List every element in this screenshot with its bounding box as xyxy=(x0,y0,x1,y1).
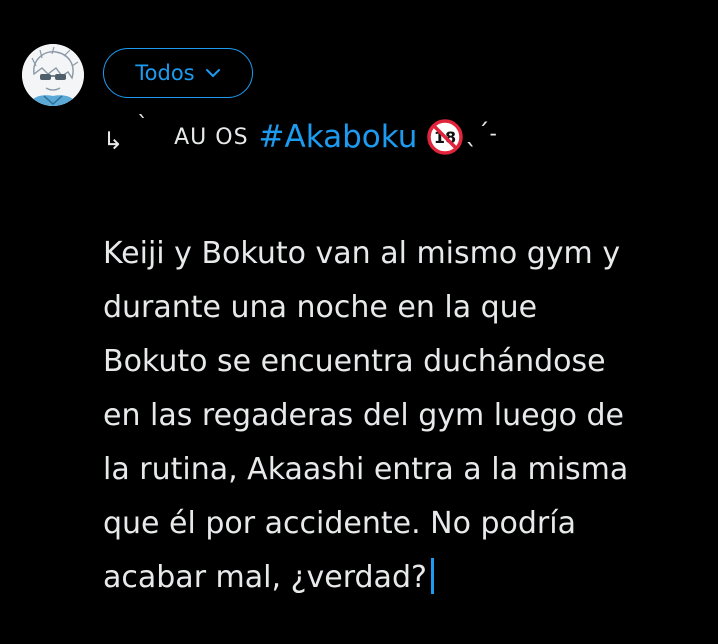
text-cursor xyxy=(430,558,434,594)
avatar[interactable] xyxy=(22,44,84,106)
return-arrow-glyph: ↳ xyxy=(103,127,124,155)
tick-glyph: ˋ xyxy=(137,112,149,138)
title-line: ↳ ˋ AU OS #Akaboku 18 ˎˊ˗ xyxy=(103,112,703,162)
tweet-body-text: Keiji y Bokuto van al mismo gym y durant… xyxy=(103,227,703,605)
hashtag-link[interactable]: #Akaboku xyxy=(259,119,418,155)
audience-label: Todos xyxy=(135,61,195,85)
audience-selector-button[interactable]: Todos xyxy=(103,48,253,98)
au-os-label: AU OS xyxy=(174,124,249,150)
chevron-down-icon xyxy=(205,68,221,78)
no-under-18-icon: 18 xyxy=(427,119,464,155)
anime-avatar-icon xyxy=(22,44,84,106)
tweet-text-editor[interactable]: ↳ ˋ AU OS #Akaboku 18 ˎˊ˗ Keiji y Bokuto… xyxy=(103,112,703,605)
kaomoji-glyph: ˎˊ˗ xyxy=(465,119,498,147)
tweet-body-content: Keiji y Bokuto van al mismo gym y durant… xyxy=(103,236,629,595)
tweet-composer: Todos ↳ ˋ AU OS #Akaboku 18 ˎˊ˗ Keiji y … xyxy=(0,0,718,644)
